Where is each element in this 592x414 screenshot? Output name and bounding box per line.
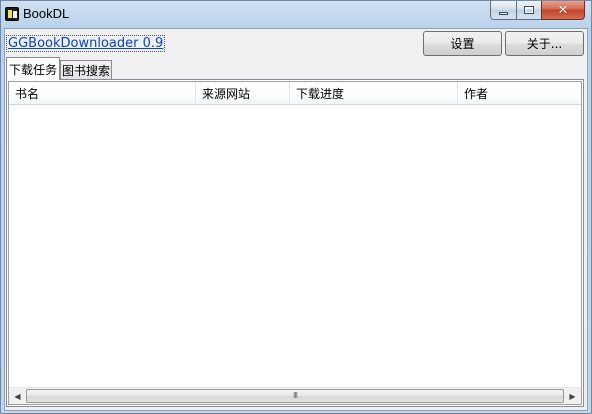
tab-download-tasks[interactable]: 下载任务 [6,57,60,80]
tab-panel: 书名 来源网站 下载进度 作者 ◀ III ▶ [6,79,584,407]
arrow-left-icon[interactable]: ◀ [9,388,26,404]
download-task-list[interactable]: 书名 来源网站 下载进度 作者 ◀ III ▶ [8,81,582,405]
column-header-author[interactable]: 作者 [458,82,581,104]
app-name-link[interactable]: GGBookDownloader 0.9 [6,35,166,52]
list-header: 书名 来源网站 下载进度 作者 [9,82,581,105]
horizontal-scrollbar[interactable]: ◀ III ▶ [9,387,581,404]
column-header-source[interactable]: 来源网站 [196,82,290,104]
column-header-progress[interactable]: 下载进度 [290,82,458,104]
tab-book-search[interactable]: 图书搜索 [60,60,112,79]
window-title: BookDL [23,6,70,21]
app-window: BookDL ✕ GGBookDownloader 0.9 设置 关于... 下… [0,0,592,414]
title-bar[interactable]: BookDL ✕ [1,1,591,27]
minimize-icon [499,11,508,15]
maximize-button[interactable] [516,1,541,20]
maximize-icon [524,6,534,14]
about-button[interactable]: 关于... [505,31,584,56]
settings-button[interactable]: 设置 [423,31,502,56]
app-icon[interactable] [5,7,19,21]
minimize-button[interactable] [490,1,516,20]
column-header-title[interactable]: 书名 [9,82,196,104]
close-icon: ✕ [557,2,569,18]
close-button[interactable]: ✕ [541,1,585,20]
scrollbar-thumb[interactable]: III [26,389,564,403]
client-area: GGBookDownloader 0.9 设置 关于... 下载任务 图书搜索 … [4,28,588,411]
scrollbar-grip: III [292,391,298,400]
caption-buttons: ✕ [490,1,585,21]
arrow-right-icon[interactable]: ▶ [564,388,581,404]
